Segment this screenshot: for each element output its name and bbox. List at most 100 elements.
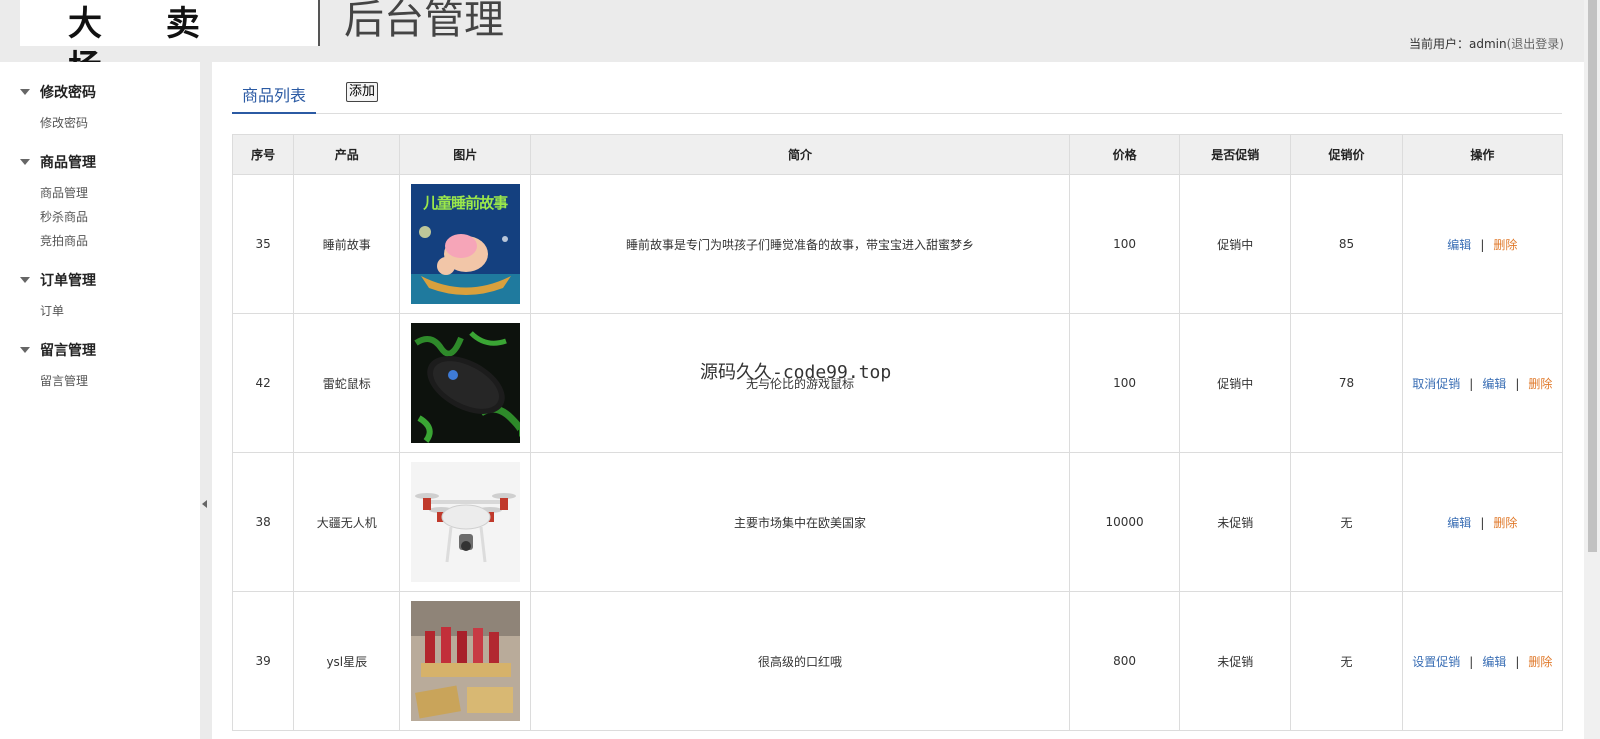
edit-link[interactable]: 编辑 — [1482, 655, 1506, 669]
watermark: 源码久久-code99.top — [700, 362, 892, 383]
delete-link[interactable]: 删除 — [1528, 655, 1552, 669]
cell-image: 儿童睡前故事 — [399, 174, 532, 314]
separator: | — [1469, 654, 1474, 669]
edit-link[interactable]: 编辑 — [1482, 377, 1506, 391]
nav-group-messages: 留言管理 留言管理 — [0, 340, 200, 390]
column-header: 产品 — [293, 134, 401, 175]
sidebar-item-auction[interactable]: 竞拍商品 — [40, 232, 200, 250]
caret-down-icon — [20, 159, 30, 165]
logo-divider — [318, 0, 320, 46]
sidebar-collapse-handle[interactable] — [200, 62, 212, 739]
cell-promo-status: 促销中 — [1179, 313, 1292, 453]
main-content: 商品列表 添加 序号 产品 图片 简介 价格 是否促销 促销价 操作 35 睡前… — [212, 62, 1584, 739]
lipstick-illustration — [410, 601, 520, 721]
column-header: 简介 — [530, 134, 1070, 175]
nav-group-password: 修改密码 修改密码 — [0, 82, 200, 132]
table-row: 39 ysl星辰 很高级的口红哦 800 未促销 无 设置促销 | 编辑 | 删… — [231, 591, 1564, 731]
cell-name: 雷蛇鼠标 — [293, 313, 401, 453]
set-promo-link[interactable]: 设置促销 — [1412, 655, 1460, 669]
nav-group-title[interactable]: 订单管理 — [20, 270, 200, 290]
product-table: 序号 产品 图片 简介 价格 是否促销 促销价 操作 35 睡前故事 儿童睡前故… — [231, 134, 1564, 731]
cell-image — [399, 591, 532, 731]
cell-actions: 设置促销 | 编辑 | 删除 — [1401, 591, 1564, 731]
column-header: 图片 — [399, 134, 532, 175]
cell-name: 大疆无人机 — [293, 452, 401, 592]
tab-bar: 商品列表 添加 — [232, 78, 1562, 114]
cell-promo-price: 无 — [1290, 591, 1403, 731]
delete-link[interactable]: 删除 — [1528, 377, 1552, 391]
cell-actions: 取消促销 | 编辑 | 删除 — [1401, 313, 1564, 453]
separator: | — [1515, 376, 1520, 391]
column-header: 序号 — [231, 134, 295, 175]
collapse-arrow-icon[interactable] — [202, 500, 207, 508]
product-image-drone — [410, 462, 520, 582]
cell-promo-price: 78 — [1290, 313, 1403, 453]
header: 大 卖 场 后台管理 当前用户：admin(退出登录) — [0, 0, 1600, 88]
nav-group-products: 商品管理 商品管理 秒杀商品 竞拍商品 — [0, 152, 200, 250]
cell-id: 39 — [231, 591, 295, 731]
product-image-story: 儿童睡前故事 — [410, 184, 520, 304]
sidebar-item-products[interactable]: 商品管理 — [40, 184, 200, 202]
sidebar-item-messages[interactable]: 留言管理 — [40, 372, 200, 390]
nav-group-title[interactable]: 修改密码 — [20, 82, 200, 102]
table-header-row: 序号 产品 图片 简介 价格 是否促销 促销价 操作 — [231, 134, 1564, 175]
sidebar-item-flash-sale[interactable]: 秒杀商品 — [40, 208, 200, 226]
separator: | — [1515, 654, 1520, 669]
edit-link[interactable]: 编辑 — [1447, 516, 1471, 530]
caret-down-icon — [20, 89, 30, 95]
table-row: 38 大疆无人机 主要市场集中在欧美国家 10000 未促销 无 编辑 | 删除 — [231, 452, 1564, 592]
current-user-label: 当前用户：admin — [1409, 37, 1507, 51]
cell-actions: 编辑 | 删除 — [1401, 174, 1564, 314]
column-header: 操作 — [1401, 134, 1564, 175]
sidebar-item-change-password[interactable]: 修改密码 — [40, 114, 200, 132]
table-row: 35 睡前故事 儿童睡前故事 睡前故事是专门为哄孩子们睡觉准备的故事，带宝宝进入… — [231, 174, 1564, 314]
cell-promo-status: 促销中 — [1179, 174, 1292, 314]
edit-link[interactable]: 编辑 — [1447, 238, 1471, 252]
vertical-scrollbar[interactable] — [1584, 0, 1600, 739]
separator: | — [1480, 237, 1485, 252]
caret-down-icon — [20, 277, 30, 283]
table-row: 42 雷蛇鼠标 无与伦比的游戏鼠标 100 促销中 78 取消促销 | 编辑 |… — [231, 313, 1564, 453]
cell-id: 35 — [231, 174, 295, 314]
cell-name: ysl星辰 — [293, 591, 401, 731]
page-title: 后台管理 — [344, 0, 504, 43]
cell-promo-status: 未促销 — [1179, 452, 1292, 592]
separator: | — [1469, 376, 1474, 391]
cell-id: 42 — [231, 313, 295, 453]
drone-illustration — [410, 462, 520, 582]
tab-product-list[interactable]: 商品列表 — [232, 78, 317, 114]
cell-name: 睡前故事 — [293, 174, 401, 314]
cell-description: 很高级的口红哦 — [530, 591, 1070, 731]
cell-price: 100 — [1068, 313, 1181, 453]
nav-group-title[interactable]: 商品管理 — [20, 152, 200, 172]
cell-actions: 编辑 | 删除 — [1401, 452, 1564, 592]
nav-group-label: 订单管理 — [40, 273, 96, 289]
cell-price: 10000 — [1068, 452, 1181, 592]
cell-description: 睡前故事是专门为哄孩子们睡觉准备的故事，带宝宝进入甜蜜梦乡 — [530, 174, 1070, 314]
cell-image — [399, 452, 532, 592]
user-info: 当前用户：admin(退出登录) — [1409, 35, 1564, 52]
cell-promo-price: 无 — [1290, 452, 1403, 592]
product-image-mouse — [410, 323, 520, 443]
cell-id: 38 — [231, 452, 295, 592]
delete-link[interactable]: 删除 — [1493, 238, 1517, 252]
column-header: 促销价 — [1290, 134, 1403, 175]
nav-group-label: 商品管理 — [40, 155, 96, 171]
logout-link[interactable]: (退出登录) — [1507, 37, 1564, 51]
cell-price: 100 — [1068, 174, 1181, 314]
nav-group-title[interactable]: 留言管理 — [20, 340, 200, 360]
cancel-promo-link[interactable]: 取消促销 — [1412, 377, 1460, 391]
product-image-lipstick — [410, 601, 520, 721]
column-header: 是否促销 — [1179, 134, 1292, 175]
sidebar: 修改密码 修改密码 商品管理 商品管理 秒杀商品 竞拍商品 订单管理 订单 留言… — [0, 62, 200, 739]
cell-promo-price: 85 — [1290, 174, 1403, 314]
sidebar-item-orders[interactable]: 订单 — [40, 302, 200, 320]
cell-price: 800 — [1068, 591, 1181, 731]
add-product-button[interactable]: 添加 — [346, 82, 379, 102]
caret-down-icon — [20, 347, 30, 353]
delete-link[interactable]: 删除 — [1493, 516, 1517, 530]
scrollbar-thumb[interactable] — [1588, 0, 1597, 552]
image-caption: 儿童睡前故事 — [423, 194, 508, 212]
nav-group-label: 修改密码 — [40, 85, 96, 101]
logo: 大 卖 场 — [20, 0, 318, 88]
